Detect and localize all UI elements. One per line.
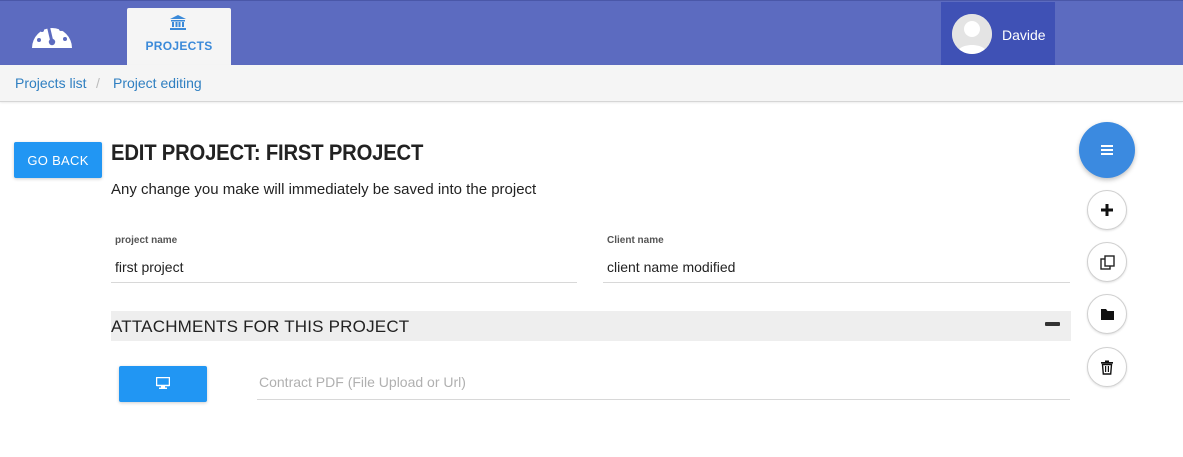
project-name-field: project name <box>111 233 577 283</box>
client-name-input[interactable] <box>603 255 1070 279</box>
page-subtitle: Any change you make will immediately be … <box>111 181 537 198</box>
copy-icon <box>1100 255 1115 270</box>
monitor-icon <box>156 377 170 389</box>
project-name-input[interactable] <box>111 255 577 279</box>
go-back-button[interactable]: GO BACK <box>14 142 102 178</box>
contract-pdf-field <box>257 364 1070 400</box>
trash-icon <box>1101 360 1113 375</box>
folder-button[interactable] <box>1087 294 1127 334</box>
dashboard-gauge-icon[interactable] <box>28 15 76 53</box>
bank-icon <box>170 15 186 30</box>
folder-icon <box>1101 309 1114 320</box>
user-name: Davide <box>1002 27 1046 43</box>
delete-button[interactable] <box>1087 347 1127 387</box>
client-name-label: Client name <box>607 235 664 246</box>
attachments-header[interactable]: ATTACHMENTS FOR THIS PROJECT <box>111 311 1071 341</box>
add-button[interactable] <box>1087 190 1127 230</box>
collapse-icon[interactable] <box>1045 322 1060 326</box>
plus-icon <box>1101 204 1113 216</box>
breadcrumb: Projects list / Project editing <box>0 65 1183 102</box>
tab-projects-label: PROJECTS <box>145 39 213 53</box>
breadcrumb-separator: / <box>96 75 100 91</box>
top-navbar: PROJECTS Davide <box>0 0 1183 66</box>
attachments-title: ATTACHMENTS FOR THIS PROJECT <box>111 317 410 336</box>
breadcrumb-project-editing[interactable]: Project editing <box>113 75 202 91</box>
upload-file-button[interactable] <box>119 366 207 402</box>
user-menu[interactable]: Davide <box>941 2 1055 66</box>
contract-pdf-input[interactable] <box>257 370 1070 394</box>
fab-menu-button[interactable] <box>1079 122 1135 178</box>
client-name-field: Client name <box>603 233 1070 283</box>
breadcrumb-projects-list[interactable]: Projects list <box>15 75 87 91</box>
page-title: EDIT PROJECT: FIRST PROJECT <box>111 140 424 165</box>
project-name-label: project name <box>115 235 178 246</box>
duplicate-button[interactable] <box>1087 242 1127 282</box>
tab-projects[interactable]: PROJECTS <box>127 8 231 66</box>
avatar <box>952 14 992 54</box>
